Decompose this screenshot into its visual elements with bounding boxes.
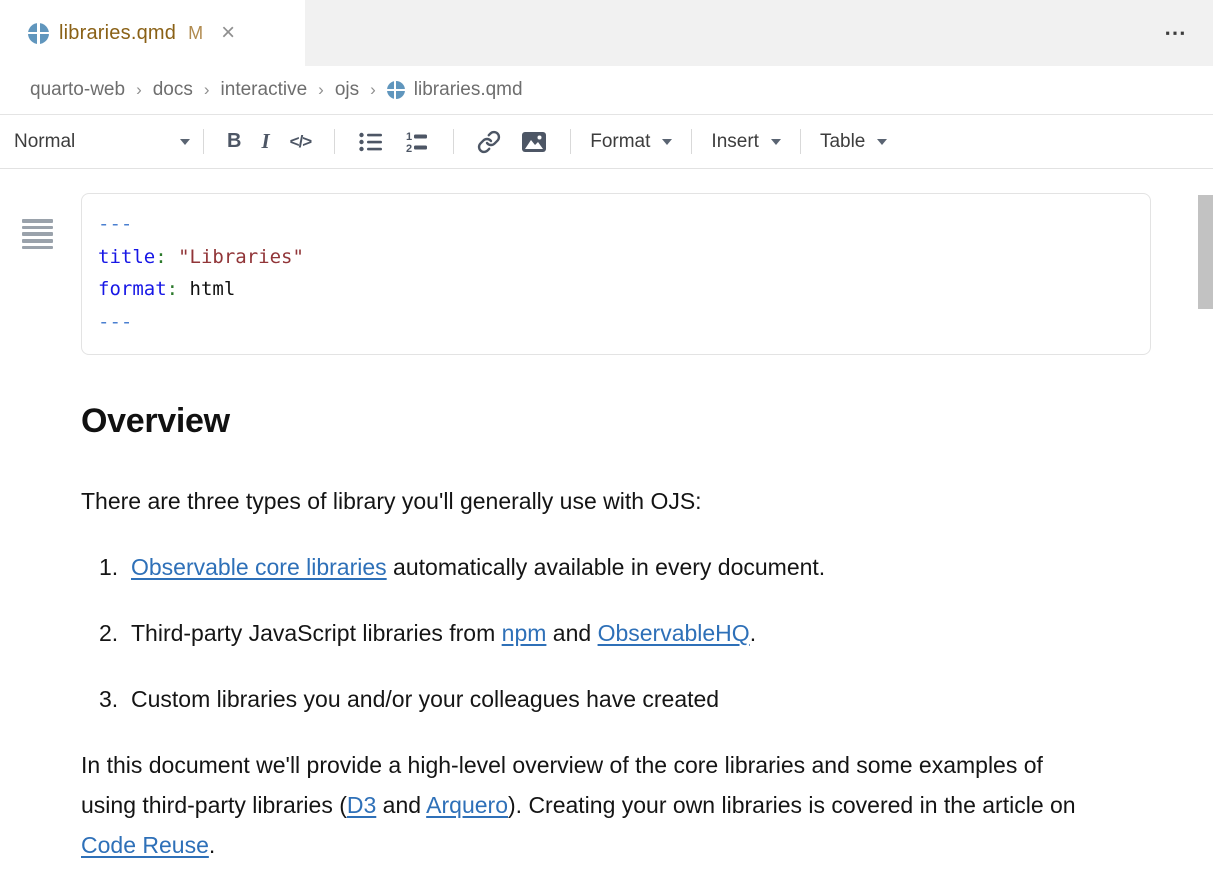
tab-title: libraries.qmd — [59, 22, 176, 45]
list-item: 3. Custom libraries you and/or your coll… — [81, 679, 1151, 719]
list-item: 1. Observable core libraries automatical… — [81, 547, 1151, 587]
yaml-code-line: --- — [98, 306, 1134, 339]
breadcrumb: quarto-web › docs › interactive › ojs › … — [0, 66, 1213, 115]
text-run: . — [209, 832, 215, 858]
ordered-list-button[interactable]: 12 — [404, 130, 430, 154]
toolbar-divider — [800, 129, 801, 154]
image-button[interactable] — [521, 131, 547, 153]
text-run: Custom libraries you and/or your colleag… — [131, 686, 719, 712]
doc-link[interactable]: Observable core libraries — [131, 554, 387, 580]
chevron-right-icon: › — [204, 80, 210, 100]
svg-text:1: 1 — [406, 131, 412, 143]
code-button[interactable]: </> — [290, 132, 312, 152]
text-run: automatically available in every documen… — [387, 554, 826, 580]
ordered-list-icon: 12 — [404, 130, 430, 154]
doc-link[interactable]: npm — [502, 620, 547, 646]
table-menu[interactable]: Table — [820, 131, 887, 153]
vertical-scrollbar[interactable] — [1198, 195, 1213, 309]
yaml-front-matter-block[interactable]: ---title: "Libraries"format: html--- — [81, 193, 1151, 355]
list-item-text: Third-party JavaScript libraries from np… — [131, 613, 756, 653]
paragraph-style-select[interactable]: Normal — [14, 131, 190, 153]
quarto-file-icon — [28, 23, 49, 44]
doc-link[interactable]: Code Reuse — [81, 832, 209, 858]
toolbar-divider — [691, 129, 692, 154]
text-run: and — [546, 620, 597, 646]
breadcrumb-file[interactable]: libraries.qmd — [414, 79, 523, 101]
editor-content[interactable]: ---title: "Libraries"format: html--- Ove… — [0, 193, 1213, 889]
numbered-list: 1. Observable core libraries automatical… — [81, 547, 1151, 719]
insert-menu[interactable]: Insert — [711, 131, 781, 153]
intro-paragraph: There are three types of library you'll … — [81, 481, 1151, 521]
document-body[interactable]: ---title: "Libraries"format: html--- Ove… — [81, 193, 1151, 865]
bullet-list-button[interactable] — [358, 130, 384, 154]
yaml-code-line: title: "Libraries" — [98, 241, 1134, 274]
chevron-down-icon — [877, 139, 887, 145]
close-icon[interactable]: × — [221, 21, 235, 45]
list-number: 1. — [99, 547, 131, 587]
breadcrumb-ojs[interactable]: ojs — [335, 79, 359, 101]
toolbar-divider — [203, 129, 204, 154]
toolbar-divider — [570, 129, 571, 154]
text-run: and — [376, 792, 426, 818]
heading-overview: Overview — [81, 402, 1151, 441]
svg-text:2: 2 — [406, 143, 412, 154]
paragraph-style-value: Normal — [14, 131, 75, 153]
breadcrumb-quarto-web[interactable]: quarto-web — [30, 79, 125, 101]
closing-paragraph: In this document we'll provide a high-le… — [81, 745, 1093, 865]
text-run: Third-party JavaScript libraries from — [131, 620, 502, 646]
bold-button[interactable]: B — [227, 130, 241, 153]
list-item-text: Custom libraries you and/or your colleag… — [131, 679, 719, 719]
link-icon — [477, 130, 501, 154]
doc-link[interactable]: Arquero — [426, 792, 508, 818]
chevron-down-icon — [662, 139, 672, 145]
toolbar-divider — [453, 129, 454, 154]
table-menu-label: Table — [820, 131, 865, 153]
chevron-right-icon: › — [318, 80, 324, 100]
yaml-code-line: format: html — [98, 273, 1134, 306]
italic-button[interactable]: I — [261, 129, 269, 154]
chevron-right-icon: › — [370, 80, 376, 100]
insert-menu-label: Insert — [711, 131, 759, 153]
toolbar-divider — [334, 129, 335, 154]
chevron-down-icon — [180, 139, 190, 145]
editor-toolbar: Normal B I </> 12 Format — [0, 115, 1213, 169]
breadcrumb-interactive[interactable]: interactive — [221, 79, 308, 101]
doc-link[interactable]: D3 — [347, 792, 376, 818]
chevron-right-icon: › — [136, 80, 142, 100]
list-item-text: Observable core libraries automatically … — [131, 547, 825, 587]
bullet-list-icon — [358, 130, 384, 154]
link-button[interactable] — [477, 130, 501, 154]
list-number: 2. — [99, 613, 131, 653]
format-menu[interactable]: Format — [590, 131, 672, 153]
list-number: 3. — [99, 679, 131, 719]
image-icon — [521, 131, 547, 153]
text-run: . — [750, 620, 756, 646]
tab-libraries-qmd[interactable]: libraries.qmd M × — [0, 0, 305, 66]
block-drag-handle-icon[interactable] — [22, 219, 53, 252]
yaml-code-line: --- — [98, 208, 1134, 241]
doc-link[interactable]: ObservableHQ — [598, 620, 750, 646]
format-menu-label: Format — [590, 131, 650, 153]
modified-badge: M — [188, 23, 203, 44]
quarto-file-icon — [387, 81, 405, 99]
breadcrumb-docs[interactable]: docs — [153, 79, 193, 101]
text-run: ). Creating your own libraries is covere… — [508, 792, 1076, 818]
chevron-down-icon — [771, 139, 781, 145]
more-actions-icon[interactable]: ⋯ — [1164, 20, 1187, 46]
list-item: 2. Third-party JavaScript libraries from… — [81, 613, 1151, 653]
tab-strip: libraries.qmd M × ⋯ — [0, 0, 1213, 66]
